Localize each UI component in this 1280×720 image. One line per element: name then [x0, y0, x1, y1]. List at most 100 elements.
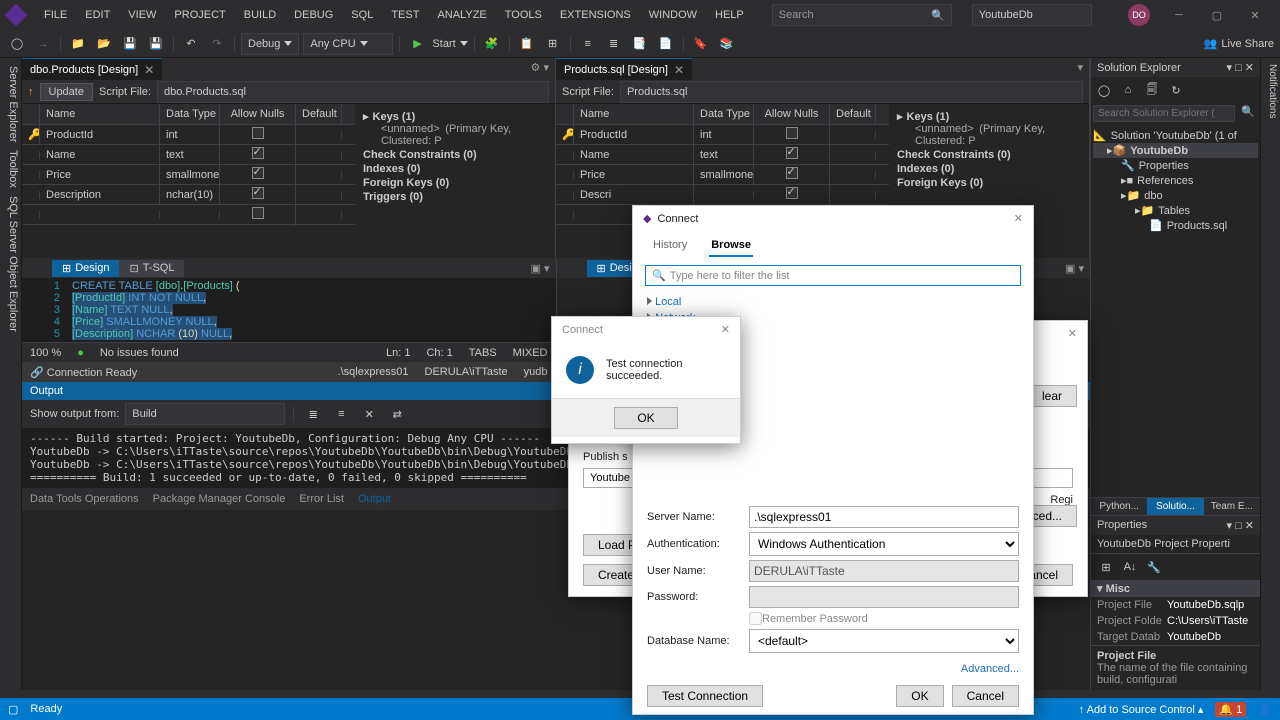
tb-icon-8[interactable]: 🔖	[690, 33, 712, 55]
search-input[interactable]: Search 🔍	[772, 4, 952, 26]
dbo-node[interactable]: ▸📁 dbo	[1093, 188, 1258, 203]
tb-icon-3[interactable]: ⊞	[542, 33, 564, 55]
table-row[interactable]: Pricesmallmoney	[22, 165, 355, 185]
tb-icon-4[interactable]: ≡	[577, 33, 599, 55]
close-button[interactable]: ✕	[1238, 3, 1272, 27]
menu-build[interactable]: BUILD	[236, 5, 284, 25]
bottom-tab[interactable]: Data Tools Operations	[30, 493, 139, 505]
redo-icon[interactable]: ↷	[206, 33, 228, 55]
close-icon[interactable]: ✕	[1014, 212, 1023, 225]
notifications-rail[interactable]: Notifications	[1260, 58, 1280, 690]
status-icon[interactable]: 👤	[1258, 703, 1272, 716]
history-tab[interactable]: History	[651, 235, 689, 257]
rail-sql-server-object-explorer[interactable]: SQL Server Object Explorer	[2, 196, 19, 332]
cancel-button[interactable]: Cancel	[952, 685, 1019, 707]
zoom-level[interactable]: 100 %	[30, 347, 61, 359]
solution-search-input[interactable]	[1093, 105, 1235, 122]
properties-object[interactable]: YoutubeDb Project Properti	[1091, 535, 1260, 554]
home-icon[interactable]: ⌂	[1117, 79, 1139, 101]
output-tb-icon[interactable]: ≣	[302, 403, 324, 425]
rp-tab[interactable]: Solutio...	[1147, 498, 1203, 515]
tables-node[interactable]: ▸📁 Tables	[1093, 203, 1258, 218]
ok-button[interactable]: OK	[896, 685, 943, 707]
notification-badge[interactable]: 🔔 1	[1215, 702, 1246, 717]
col-type[interactable]: Data Type	[694, 104, 754, 124]
minimize-button[interactable]: ─	[1162, 3, 1196, 27]
close-icon[interactable]: ✕	[1068, 327, 1077, 340]
menu-sql[interactable]: SQL	[343, 5, 381, 25]
menu-debug[interactable]: DEBUG	[286, 5, 341, 25]
col-nulls[interactable]: Allow Nulls	[220, 104, 296, 124]
table-row[interactable]: 🔑ProductIdint	[556, 125, 889, 145]
db-dropdown[interactable]: <default>	[749, 629, 1019, 653]
tb-icon-6[interactable]: 📑	[629, 33, 651, 55]
config-dropdown[interactable]: Debug	[241, 33, 299, 55]
save-icon[interactable]: 💾	[119, 33, 141, 55]
auth-dropdown[interactable]: Windows Authentication	[749, 532, 1019, 556]
clear-button[interactable]: lear	[1027, 385, 1077, 407]
doc-tab-1[interactable]: dbo.Products [Design]✕	[22, 58, 162, 80]
output-source-dropdown[interactable]: Build	[125, 403, 285, 425]
open-icon[interactable]: 📂	[93, 33, 115, 55]
server-name-input[interactable]	[749, 506, 1019, 528]
start-button[interactable]: ▶	[406, 33, 428, 55]
save-all-icon[interactable]: 💾	[145, 33, 167, 55]
close-icon[interactable]: ✕	[674, 63, 684, 77]
filter-input[interactable]: 🔍 Type here to filter the list	[645, 265, 1021, 286]
add-source-control[interactable]: ↑ Add to Source Control ▴	[1079, 703, 1204, 716]
tb-icon-2[interactable]: 📋	[516, 33, 538, 55]
rp-tab[interactable]: Team E...	[1204, 498, 1260, 515]
doc-tab-2[interactable]: Products.sql [Design]✕	[556, 58, 692, 80]
property-row[interactable]: Project FileYoutubeDb.sqlp	[1091, 597, 1260, 613]
menu-file[interactable]: FILE	[36, 5, 75, 25]
output-tb-icon[interactable]: ✕	[358, 403, 380, 425]
refresh-icon[interactable]: ↻	[1165, 79, 1187, 101]
start-label[interactable]: Start	[432, 38, 455, 50]
property-row[interactable]: Project FoldeC:\Users\iTTaste	[1091, 613, 1260, 629]
tb-icon-9[interactable]: 📚	[716, 33, 738, 55]
col-default[interactable]: Default	[296, 104, 342, 124]
live-share-button[interactable]: 👥 Live Share	[1204, 37, 1274, 50]
menu-analyze[interactable]: ANALYZE	[429, 5, 494, 25]
new-project-icon[interactable]: 📁	[67, 33, 89, 55]
script-file-dropdown[interactable]: Products.sql	[620, 81, 1083, 103]
maximize-button[interactable]: ▢	[1200, 3, 1234, 27]
props-cat-icon[interactable]: ⊞	[1095, 556, 1117, 578]
bottom-tab[interactable]: Package Manager Console	[153, 493, 286, 505]
table-row[interactable]: Descri	[556, 185, 889, 205]
design-tab[interactable]: ⊞ Design	[52, 260, 119, 277]
col-name[interactable]: Name	[574, 104, 694, 124]
update-button[interactable]: Update	[40, 83, 93, 101]
tb-icon-7[interactable]: 📄	[655, 33, 677, 55]
solution-node[interactable]: 📐 Solution 'YoutubeDb' (1 of	[1093, 128, 1258, 143]
table-row[interactable]: Descriptionnchar(10)	[22, 185, 355, 205]
script-file-dropdown[interactable]: dbo.Products.sql	[157, 81, 549, 103]
property-row[interactable]: Target DatabYoutubeDb	[1091, 629, 1260, 645]
se-icon[interactable]: 🗐	[1141, 79, 1163, 101]
table-row[interactable]: Nametext	[556, 145, 889, 165]
properties-node[interactable]: 🔧 Properties	[1093, 158, 1258, 173]
col-nulls[interactable]: Allow Nulls	[754, 104, 830, 124]
menu-edit[interactable]: EDIT	[77, 5, 118, 25]
menu-project[interactable]: PROJECT	[166, 5, 233, 25]
project-node[interactable]: ▸📦 YoutubeDb	[1093, 143, 1258, 158]
rail-toolbox[interactable]: Toolbox	[2, 150, 19, 188]
user-avatar[interactable]: DO	[1128, 4, 1150, 26]
ok-button[interactable]: OK	[614, 407, 678, 429]
menu-window[interactable]: WINDOW	[641, 5, 705, 25]
tb-icon-5[interactable]: ≣	[603, 33, 625, 55]
col-name[interactable]: Name	[40, 104, 160, 124]
undo-icon[interactable]: ↶	[180, 33, 202, 55]
close-icon[interactable]: ✕	[721, 323, 730, 336]
references-node[interactable]: ▸■ References	[1093, 173, 1258, 188]
props-wrench-icon[interactable]: 🔧	[1143, 556, 1165, 578]
table-row[interactable]: Nametext	[22, 145, 355, 165]
nav-fwd-icon[interactable]: →	[32, 33, 54, 55]
menu-help[interactable]: HELP	[707, 5, 752, 25]
menu-view[interactable]: VIEW	[120, 5, 164, 25]
rail-server-explorer[interactable]: Server Explorer	[2, 66, 19, 142]
col-type[interactable]: Data Type	[160, 104, 220, 124]
advanced-link[interactable]: Advanced...	[961, 663, 1019, 675]
output-tb-icon[interactable]: ≡	[330, 403, 352, 425]
menu-extensions[interactable]: EXTENSIONS	[552, 5, 639, 25]
